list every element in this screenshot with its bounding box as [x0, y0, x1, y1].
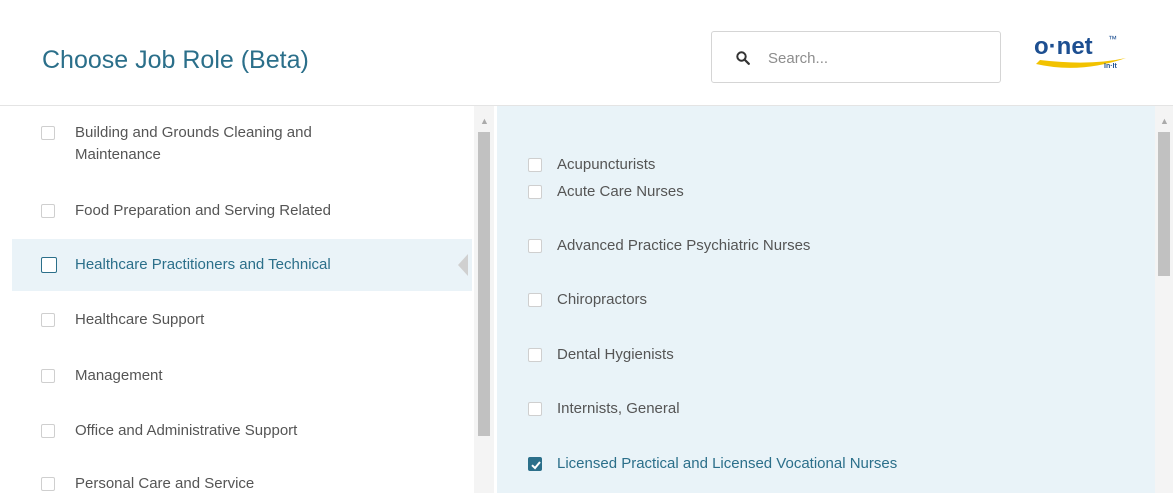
role-item[interactable]: Acupuncturists: [497, 154, 1155, 176]
category-checkbox[interactable]: [41, 424, 55, 438]
role-label: Advanced Practice Psychiatric Nurses: [557, 237, 811, 254]
category-label: Management: [75, 367, 163, 384]
scroll-up-icon[interactable]: ▲: [480, 116, 489, 126]
role-checkbox[interactable]: [528, 402, 542, 416]
role-checkbox[interactable]: [528, 239, 542, 253]
role-checkbox[interactable]: [528, 158, 542, 172]
category-item[interactable]: Personal Care and Service: [12, 473, 472, 493]
role-checkbox-checked[interactable]: [528, 457, 542, 471]
category-item[interactable]: Food Preparation and Serving Related: [12, 200, 472, 222]
category-item-active[interactable]: Healthcare Practitioners and Technical: [12, 239, 472, 291]
role-label: Dental Hygienists: [557, 346, 674, 363]
role-list: Acupuncturists Acute Care Nurses Advance…: [497, 106, 1155, 493]
role-checkbox[interactable]: [528, 185, 542, 199]
checkmark-icon: [531, 461, 541, 470]
category-item[interactable]: Management: [12, 365, 472, 387]
category-checkbox[interactable]: [41, 126, 55, 140]
role-item[interactable]: Internists, General: [497, 398, 1155, 420]
role-label: Acute Care Nurses: [557, 183, 684, 200]
category-checkbox[interactable]: [41, 204, 55, 218]
role-label: Chiropractors: [557, 291, 648, 308]
scrollbar-thumb[interactable]: [478, 132, 490, 436]
role-item[interactable]: Advanced Practice Psychiatric Nurses: [497, 235, 1155, 257]
scrollbar-thumb[interactable]: [1158, 132, 1170, 276]
role-item[interactable]: Chiropractors: [497, 289, 1155, 311]
category-checkbox[interactable]: [41, 313, 55, 327]
search-box[interactable]: [711, 31, 1001, 83]
role-label: Internists, General: [557, 400, 680, 417]
category-label: Personal Care and Service: [75, 475, 255, 492]
search-icon: [736, 51, 750, 65]
category-scrollbar[interactable]: ▲: [474, 106, 494, 493]
onet-logo: o·net ™ In·It: [1034, 33, 1126, 70]
category-label: Food Preparation and Serving Related: [75, 202, 331, 219]
category-checkbox[interactable]: [41, 257, 57, 273]
role-label: Licensed Practical and Licensed Vocation…: [557, 455, 898, 472]
category-label: Office and Administrative Support: [75, 422, 298, 439]
role-item[interactable]: Dental Hygienists: [497, 344, 1155, 366]
category-list: Building and Grounds Cleaning and Mainte…: [12, 106, 472, 493]
role-label: Acupuncturists: [557, 156, 656, 173]
role-checkbox[interactable]: [528, 293, 542, 307]
category-label: Healthcare Practitioners and Technical: [75, 256, 331, 273]
logo-tm: ™: [1108, 34, 1117, 44]
category-checkbox[interactable]: [41, 369, 55, 383]
category-item[interactable]: Healthcare Support: [12, 309, 472, 331]
header: Choose Job Role (Beta) o·net ™ In·It: [0, 0, 1173, 106]
category-label: Building and Grounds Cleaning and Mainte…: [75, 124, 312, 163]
logo-tagline: In·It: [1104, 63, 1117, 70]
page-title: Choose Job Role (Beta): [42, 46, 309, 74]
scroll-up-icon[interactable]: ▲: [1160, 116, 1169, 126]
category-item[interactable]: Building and Grounds Cleaning and Mainte…: [12, 122, 472, 172]
category-label: Healthcare Support: [75, 311, 205, 328]
role-checkbox[interactable]: [528, 348, 542, 362]
role-item-selected[interactable]: Licensed Practical and Licensed Vocation…: [497, 453, 1155, 475]
logo-text: o·net: [1034, 33, 1093, 60]
search-input[interactable]: [766, 46, 990, 70]
role-scrollbar[interactable]: ▲: [1155, 106, 1173, 493]
collapse-arrow-icon[interactable]: [458, 254, 468, 276]
category-item[interactable]: Office and Administrative Support: [12, 420, 472, 442]
role-item[interactable]: Acute Care Nurses: [497, 181, 1155, 203]
category-checkbox[interactable]: [41, 477, 55, 491]
